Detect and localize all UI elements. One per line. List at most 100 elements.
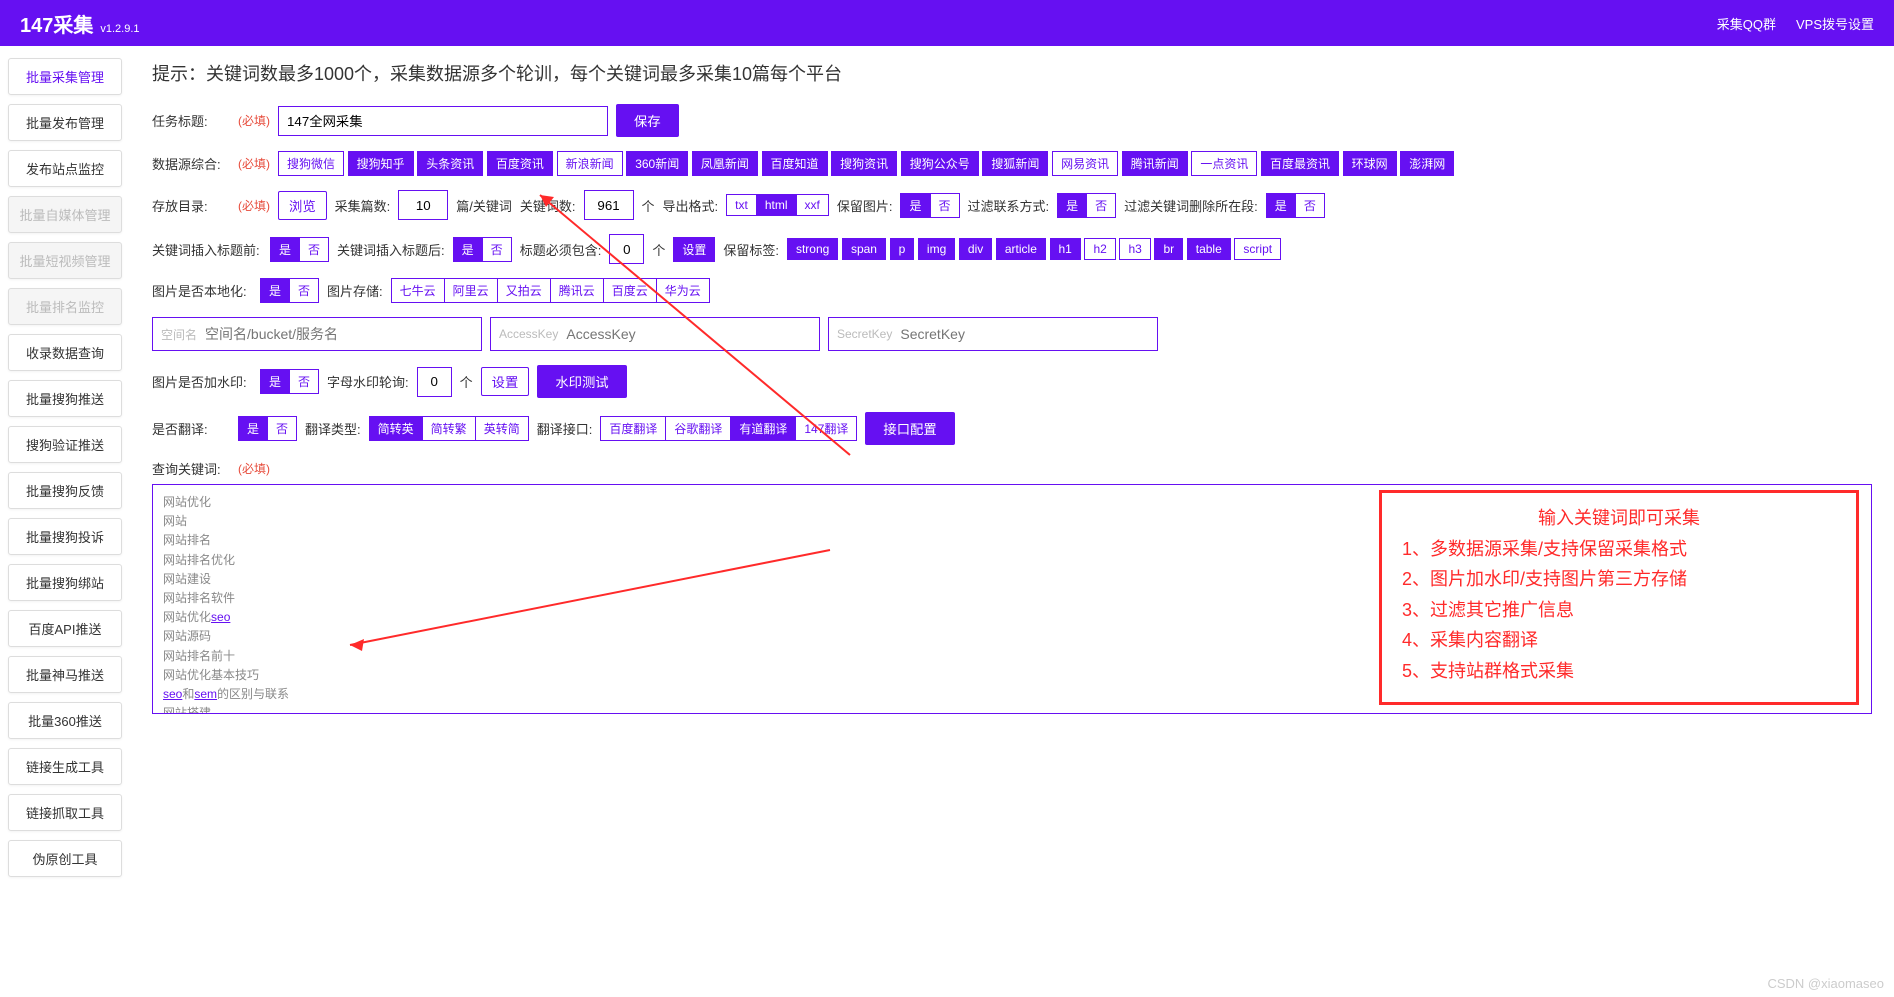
tag-option[interactable]: 百度云	[603, 278, 656, 303]
keyword-line: seo和sem的区别与联系	[163, 685, 1861, 704]
input-must-count[interactable]	[609, 234, 644, 264]
label-filter-para: 过滤关键词删除所在段:	[1124, 196, 1258, 215]
tag-option[interactable]: 百度翻译	[600, 416, 665, 441]
tag-option[interactable]: 百度最资讯	[1261, 151, 1339, 176]
top-bar: 147采集 v1.2.9.1 采集QQ群 VPS拨号设置	[0, 0, 1894, 46]
sidebar-item[interactable]: 批量搜狗绑站	[8, 564, 122, 601]
toggle-watermark[interactable]: 是否	[260, 369, 319, 394]
tag-option[interactable]: span	[842, 238, 886, 260]
sidebar-item[interactable]: 批量发布管理	[8, 104, 122, 141]
must-set-button[interactable]: 设置	[673, 237, 715, 262]
tag-option[interactable]: txt	[726, 194, 756, 216]
tag-option[interactable]: 百度知道	[762, 151, 828, 176]
tag-option[interactable]: 环球网	[1343, 151, 1397, 176]
tag-option[interactable]: 腾讯云	[550, 278, 603, 303]
save-button[interactable]: 保存	[616, 104, 679, 137]
browse-button[interactable]: 浏览	[278, 191, 327, 220]
row-cloud-inputs: 空间名 AccessKey SecretKey	[152, 317, 1872, 351]
app-name: 147采集	[20, 9, 93, 38]
sidebar-item[interactable]: 收录数据查询	[8, 334, 122, 371]
toggle-insert-before[interactable]: 是否	[270, 237, 329, 262]
tag-option[interactable]: 简转繁	[422, 416, 475, 441]
tag-option[interactable]: 一点资讯	[1191, 151, 1257, 176]
tag-option[interactable]: 凤凰新闻	[692, 151, 758, 176]
tag-option[interactable]: 英转简	[475, 416, 529, 441]
tag-option[interactable]: h1	[1050, 238, 1081, 260]
tag-option[interactable]: 谷歌翻译	[665, 416, 730, 441]
tag-option[interactable]: 阿里云	[444, 278, 497, 303]
tag-option[interactable]: div	[959, 238, 992, 260]
input-space-name[interactable]: 空间名	[152, 317, 482, 351]
toggle-localize[interactable]: 是否	[260, 278, 319, 303]
tag-option[interactable]: 360新闻	[626, 151, 688, 176]
label-watermark: 图片是否加水印:	[152, 372, 252, 391]
input-count[interactable]	[398, 190, 448, 220]
tag-option[interactable]: 新浪新闻	[557, 151, 623, 176]
tag-option[interactable]: 简转英	[369, 416, 422, 441]
keyword-line: 网站优化seo	[163, 608, 1861, 627]
tag-option[interactable]: 搜狗知乎	[348, 151, 414, 176]
tag-option[interactable]: table	[1187, 238, 1231, 260]
keyword-line: 网站排名前十	[163, 647, 1861, 666]
tag-option[interactable]: br	[1154, 238, 1183, 260]
tag-option[interactable]: xxf	[796, 194, 829, 216]
textarea-keywords[interactable]: 网站优化网站网站排名网站排名优化网站建设网站排名软件网站优化seo网站源码网站排…	[152, 484, 1872, 714]
label-task-title: 任务标题:	[152, 111, 230, 130]
tag-option[interactable]: 有道翻译	[730, 416, 795, 441]
sidebar-item[interactable]: 批量360推送	[8, 702, 122, 739]
input-task-title[interactable]	[278, 106, 608, 136]
input-wm-rotate[interactable]	[417, 367, 452, 397]
tag-option[interactable]: p	[890, 238, 915, 260]
sidebar-item[interactable]: 搜狗验证推送	[8, 426, 122, 463]
tag-option[interactable]: 头条资讯	[417, 151, 483, 176]
tag-option[interactable]: 百度资讯	[487, 151, 553, 176]
toggle-translate[interactable]: 是否	[238, 416, 297, 441]
tag-option[interactable]: strong	[787, 238, 838, 260]
label-wm-rotate: 字母水印轮询:	[327, 372, 409, 391]
tag-option[interactable]: 搜狗微信	[278, 151, 344, 176]
tag-option[interactable]: 搜狐新闻	[982, 151, 1048, 176]
tag-option[interactable]: article	[996, 238, 1046, 260]
tag-option[interactable]: 腾讯新闻	[1122, 151, 1188, 176]
tag-option[interactable]: 七牛云	[391, 278, 444, 303]
wm-test-button[interactable]: 水印测试	[537, 365, 626, 398]
tag-option[interactable]: 网易资讯	[1052, 151, 1118, 176]
toggle-filter-para[interactable]: 是否	[1266, 193, 1325, 218]
tag-option[interactable]: 搜狗资讯	[831, 151, 897, 176]
required-marker: (必填)	[238, 155, 270, 172]
api-config-button[interactable]: 接口配置	[865, 412, 954, 445]
sidebar-item[interactable]: 链接抓取工具	[8, 794, 122, 831]
label-trans-api: 翻译接口:	[537, 419, 593, 438]
link-qq-group[interactable]: 采集QQ群	[1717, 14, 1776, 33]
sidebar-item[interactable]: 百度API推送	[8, 610, 122, 647]
tag-option[interactable]: h2	[1084, 238, 1115, 260]
sidebar-item[interactable]: 批量搜狗投诉	[8, 518, 122, 555]
label-insert-before: 关键词插入标题前:	[152, 240, 262, 259]
tag-option[interactable]: img	[918, 238, 955, 260]
hint-text: 提示：关键词数最多1000个，采集数据源多个轮训，每个关键词最多采集10篇每个平…	[152, 60, 1872, 86]
sidebar-item[interactable]: 发布站点监控	[8, 150, 122, 187]
tag-option[interactable]: script	[1234, 238, 1281, 260]
input-access-key[interactable]: AccessKey	[490, 317, 820, 351]
tag-option[interactable]: 又拍云	[497, 278, 550, 303]
input-kwcount[interactable]	[584, 190, 634, 220]
sidebar-item[interactable]: 批量搜狗推送	[8, 380, 122, 417]
tag-option[interactable]: 147翻译	[795, 416, 857, 441]
link-vps-settings[interactable]: VPS拨号设置	[1796, 14, 1874, 33]
tag-option[interactable]: h3	[1119, 238, 1150, 260]
tag-option[interactable]: html	[756, 194, 796, 216]
tag-option[interactable]: 澎湃网	[1400, 151, 1454, 176]
toggle-keepimg[interactable]: 是否	[900, 193, 959, 218]
sidebar-item[interactable]: 批量采集管理	[8, 58, 122, 95]
sidebar-item[interactable]: 批量神马推送	[8, 656, 122, 693]
input-secret-key[interactable]: SecretKey	[828, 317, 1158, 351]
sidebar-item[interactable]: 伪原创工具	[8, 840, 122, 877]
sidebar-item[interactable]: 链接生成工具	[8, 748, 122, 785]
label-kwcount: 关键词数:	[520, 196, 576, 215]
tag-option[interactable]: 华为云	[656, 278, 710, 303]
toggle-insert-after[interactable]: 是否	[453, 237, 512, 262]
toggle-filter-contact[interactable]: 是否	[1057, 193, 1116, 218]
sidebar-item[interactable]: 批量搜狗反馈	[8, 472, 122, 509]
tag-option[interactable]: 搜狗公众号	[901, 151, 979, 176]
wm-set-button[interactable]: 设置	[481, 367, 530, 396]
